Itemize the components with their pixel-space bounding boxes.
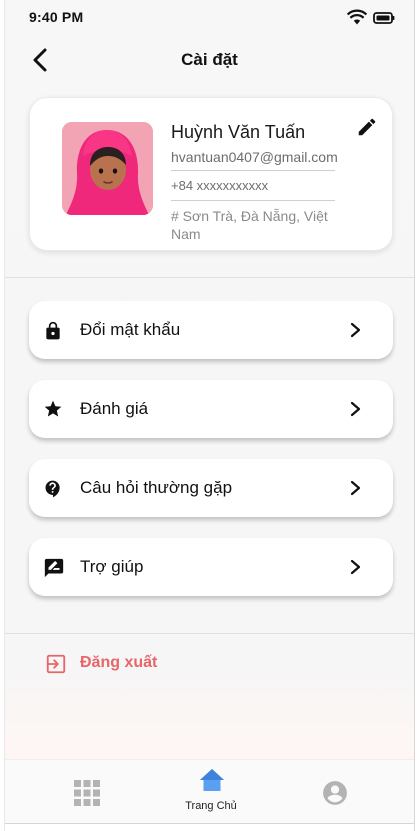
profile-email: hvantuan0407@gmail.com (171, 149, 338, 165)
profile-phone: +84 xxxxxxxxxxx (171, 178, 269, 193)
menu-item-faq[interactable]: Câu hỏi thường gặp (29, 459, 393, 517)
chevron-right-icon (349, 322, 363, 338)
home-icon (199, 768, 225, 792)
nav-item-home[interactable]: Trang Chủ (181, 768, 241, 818)
avatar (62, 122, 153, 215)
nav-item-profile[interactable] (322, 780, 348, 806)
pencil-icon (358, 118, 376, 136)
section-divider (5, 277, 414, 278)
menu-item-help[interactable]: Trợ giúp (29, 538, 393, 596)
menu-item-label: Trợ giúp (80, 557, 144, 576)
menu-item-label: Đổi mật khẩu (80, 320, 181, 339)
lock-icon (43, 320, 63, 340)
home-indicator-area (5, 823, 414, 831)
status-bar: 9:40 PM (5, 0, 414, 34)
profile-name: Huỳnh Văn Tuấn (171, 122, 306, 142)
nav-home-label: Trang Chủ (185, 800, 237, 812)
battery-icon (373, 11, 395, 29)
chevron-right-icon (349, 480, 363, 496)
logout-icon (45, 653, 67, 675)
divider-line (171, 200, 335, 201)
chevron-right-icon (349, 559, 363, 575)
menu-item-change-password[interactable]: Đổi mật khẩu (29, 301, 393, 359)
page-title: Cài đặt (181, 50, 238, 69)
menu-item-label: Câu hỏi thường gặp (80, 478, 233, 497)
chevron-right-icon (349, 401, 363, 417)
star-icon (43, 399, 63, 419)
grid-icon (74, 780, 100, 806)
wifi-icon (346, 9, 368, 30)
menu-item-rating[interactable]: Đánh giá (29, 380, 393, 438)
divider-line (171, 170, 335, 171)
header: Cài đặt (5, 38, 414, 82)
bottom-navigation: Trang Chủ (5, 759, 414, 823)
profile-card: Huỳnh Văn Tuấn hvantuan0407@gmail.com +8… (29, 97, 393, 251)
user-circle-icon (323, 781, 347, 805)
profile-address: # Sơn Trà, Đà Nẵng, Việt Nam (171, 208, 328, 242)
status-time: 9:40 PM (29, 9, 84, 25)
menu-item-label: Đánh giá (80, 399, 149, 418)
logout-button[interactable]: Đăng xuất (45, 650, 205, 678)
feedback-icon (43, 557, 64, 578)
help-icon (43, 478, 63, 498)
section-divider (5, 633, 414, 634)
phone-screen: 9:40 PM Cài đặt Huỳnh Văn Tuấn hvantuan0… (4, 0, 415, 831)
edit-profile-button[interactable] (356, 116, 378, 138)
logout-label: Đăng xuất (80, 654, 158, 671)
nav-item-menu[interactable] (74, 780, 100, 806)
